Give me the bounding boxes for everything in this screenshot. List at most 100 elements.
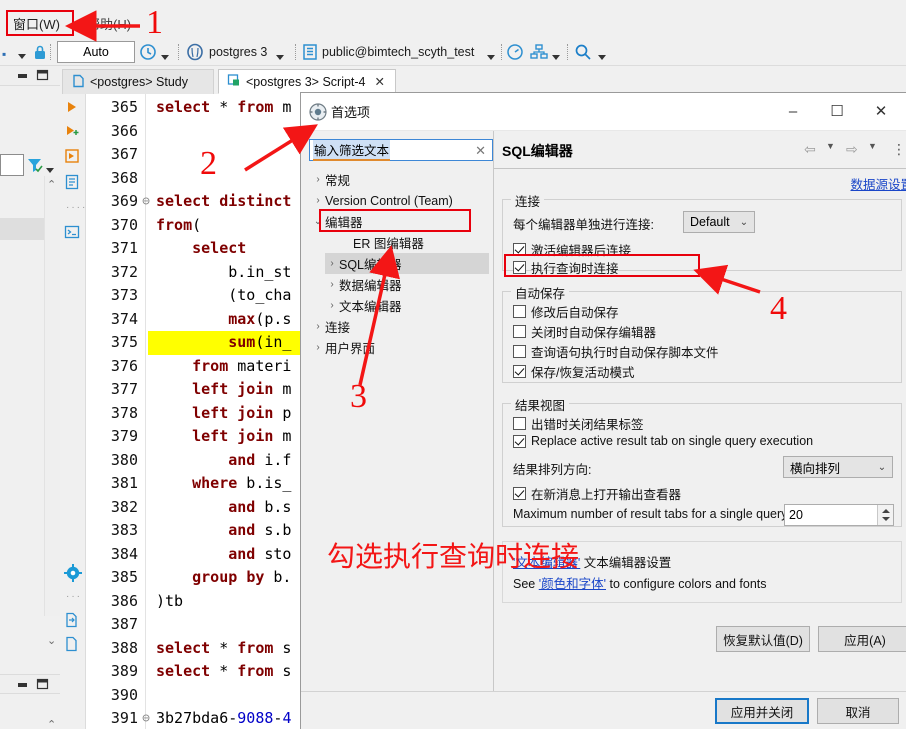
tree-item-0[interactable]: › 常规 bbox=[311, 169, 489, 190]
execute-script-icon[interactable] bbox=[64, 148, 80, 167]
restore-defaults-button[interactable]: 恢复默认值(D) bbox=[716, 626, 810, 652]
dialog-title: 首选项 bbox=[331, 105, 371, 120]
tree-item-4[interactable]: › SQL编辑器 bbox=[325, 253, 489, 274]
search-icon[interactable] bbox=[574, 43, 592, 61]
spinner-down-icon[interactable] bbox=[882, 517, 890, 521]
see-prefix: See bbox=[513, 577, 539, 591]
preferences-icon bbox=[309, 103, 327, 121]
schema-selector[interactable]: public@bimtech_scyth_test bbox=[322, 38, 474, 66]
filter-caret-icon[interactable] bbox=[46, 162, 54, 176]
apply-button[interactable]: 应用(A) bbox=[818, 626, 906, 652]
fold-toggle-icon[interactable]: ⊖ bbox=[140, 707, 152, 729]
chevron-right-icon[interactable]: › bbox=[311, 342, 325, 353]
tree-item-1[interactable]: › Version Control (Team) bbox=[311, 190, 489, 211]
connection-caret-icon[interactable] bbox=[276, 49, 284, 63]
tree-item-7[interactable]: › 连接 bbox=[311, 316, 489, 337]
forward-icon[interactable]: ⇨ bbox=[846, 141, 858, 158]
cancel-button[interactable]: 取消 bbox=[817, 698, 899, 724]
forward-caret-icon[interactable]: ▼ bbox=[868, 141, 877, 151]
toolbar-left-caret-icon[interactable] bbox=[18, 48, 26, 62]
datasource-settings-link[interactable]: 数据源设置 bbox=[850, 174, 906, 193]
tree-item-3[interactable]: ER 图编辑器 bbox=[339, 232, 489, 253]
minimize-panel-icon-2[interactable] bbox=[16, 679, 29, 691]
search-caret-icon[interactable] bbox=[598, 49, 606, 63]
spinner-buttons[interactable] bbox=[877, 505, 893, 525]
minimize-panel-icon[interactable] bbox=[16, 70, 29, 82]
history-caret-icon[interactable] bbox=[161, 49, 169, 63]
dialog-minimize-button[interactable]: – bbox=[771, 93, 815, 129]
scroll-up-icon[interactable]: ⌃ bbox=[47, 178, 56, 191]
checkbox-icon bbox=[513, 434, 526, 448]
close-icon[interactable]: ✕ bbox=[375, 74, 385, 89]
checkbox-autosave-on-execute[interactable]: 查询语句执行时自动保存脚本文件 bbox=[513, 342, 719, 361]
schema-caret-icon[interactable] bbox=[487, 49, 495, 63]
code-text: select distinct bbox=[156, 192, 292, 210]
back-caret-icon[interactable]: ▼ bbox=[826, 141, 835, 151]
checkbox-label: Replace active result tab on single quer… bbox=[531, 434, 814, 448]
explain-plan-icon[interactable] bbox=[64, 174, 80, 193]
execute-new-tab-icon[interactable] bbox=[65, 124, 81, 141]
line-number: 367 bbox=[110, 145, 138, 163]
editor-tab-strip: <postgres> Study <postgres 3> Script-4 ✕ bbox=[60, 68, 906, 94]
panel-filter-input[interactable] bbox=[0, 154, 24, 176]
dialog-maximize-button[interactable]: ☐ bbox=[815, 93, 859, 129]
overflow-menu-icon[interactable]: ⋮ bbox=[892, 141, 906, 158]
tree-item-8[interactable]: › 用户界面 bbox=[311, 337, 489, 358]
checkbox-open-output-on-new-message[interactable]: 在新消息上打开输出查看器 bbox=[513, 484, 681, 503]
checkbox-icon bbox=[513, 325, 526, 338]
sql-console-icon[interactable] bbox=[64, 224, 80, 243]
checkbox-replace-active-result-tab[interactable]: Replace active result tab on single quer… bbox=[513, 434, 813, 448]
fold-toggle-icon[interactable]: ⊖ bbox=[140, 190, 152, 214]
clear-icon[interactable]: ✕ bbox=[475, 143, 486, 159]
filter-icon[interactable] bbox=[26, 156, 44, 174]
rail-more-icon-2[interactable]: ··· bbox=[66, 591, 82, 602]
panel-scrollbar[interactable] bbox=[44, 176, 60, 616]
per-editor-connection-select[interactable]: Default ⌄ bbox=[683, 211, 755, 233]
filter-text-input[interactable]: 输入筛选文本 ✕ bbox=[309, 139, 493, 161]
dialog-close-button[interactable]: ✕ bbox=[859, 93, 903, 129]
scroll-up-icon-2[interactable]: ⌃ bbox=[47, 718, 56, 729]
export-icon-2[interactable] bbox=[64, 636, 80, 655]
back-icon[interactable]: ⇦ bbox=[804, 141, 816, 158]
chevron-right-icon[interactable]: › bbox=[311, 195, 325, 206]
export-icon[interactable] bbox=[64, 612, 80, 631]
chevron-right-icon[interactable]: › bbox=[325, 300, 339, 311]
checkbox-close-tab-on-error[interactable]: 出错时关闭结果标签 bbox=[513, 414, 644, 433]
rail-more-icon[interactable]: ···· bbox=[66, 202, 87, 213]
tree-item-5[interactable]: › 数据编辑器 bbox=[325, 274, 489, 295]
maximize-panel-icon[interactable] bbox=[36, 69, 49, 81]
toolbar-left-icon[interactable]: ▪ bbox=[2, 47, 6, 61]
line-number: 369 bbox=[110, 192, 138, 210]
dashboard-icon[interactable] bbox=[506, 43, 524, 61]
execute-icon[interactable] bbox=[65, 100, 79, 117]
history-icon[interactable] bbox=[139, 43, 157, 61]
spinner-up-icon[interactable] bbox=[882, 509, 890, 513]
max-result-tabs-input[interactable]: 20 bbox=[784, 504, 894, 526]
gear-icon[interactable] bbox=[64, 564, 82, 585]
lock-icon[interactable] bbox=[33, 44, 47, 60]
chevron-right-icon[interactable]: › bbox=[311, 321, 325, 332]
checkbox-save-restore-active-schema[interactable]: 保存/恢复活动模式 bbox=[513, 362, 634, 381]
checkbox-label: 查询语句执行时自动保存脚本文件 bbox=[531, 346, 719, 360]
panel-selected-row[interactable] bbox=[0, 218, 44, 240]
diagram-caret-icon[interactable] bbox=[552, 49, 560, 63]
maximize-panel-icon-2[interactable] bbox=[36, 678, 49, 690]
scroll-down-icon[interactable]: ⌄ bbox=[47, 634, 56, 647]
checkbox-autosave-on-close[interactable]: 关闭时自动保存编辑器 bbox=[513, 322, 656, 341]
chevron-right-icon[interactable]: › bbox=[311, 174, 325, 185]
apply-and-close-button[interactable]: 应用并关闭 bbox=[715, 698, 809, 724]
tab-postgres3-script4[interactable]: <postgres 3> Script-4 ✕ bbox=[218, 69, 396, 94]
checkbox-autosave-on-change[interactable]: 修改后自动保存 bbox=[513, 302, 619, 321]
connection-selector[interactable]: postgres 3 bbox=[209, 38, 267, 66]
colors-and-fonts-link[interactable]: '颜色和字体' bbox=[539, 577, 606, 591]
auto-commit-field[interactable]: Auto bbox=[57, 41, 135, 63]
menu-item-help[interactable]: 帮助(H) bbox=[87, 14, 131, 33]
tree-item-6[interactable]: › 文本编辑器 bbox=[325, 295, 489, 316]
results-orientation-select[interactable]: 横向排列 ⌄ bbox=[783, 456, 893, 478]
checkbox-icon bbox=[513, 305, 526, 318]
diagram-icon[interactable] bbox=[530, 43, 548, 61]
chevron-right-icon[interactable]: › bbox=[325, 258, 339, 269]
line-number: 376 bbox=[110, 356, 138, 375]
tab-postgres-study[interactable]: <postgres> Study bbox=[62, 69, 214, 94]
chevron-right-icon[interactable]: › bbox=[325, 279, 339, 290]
